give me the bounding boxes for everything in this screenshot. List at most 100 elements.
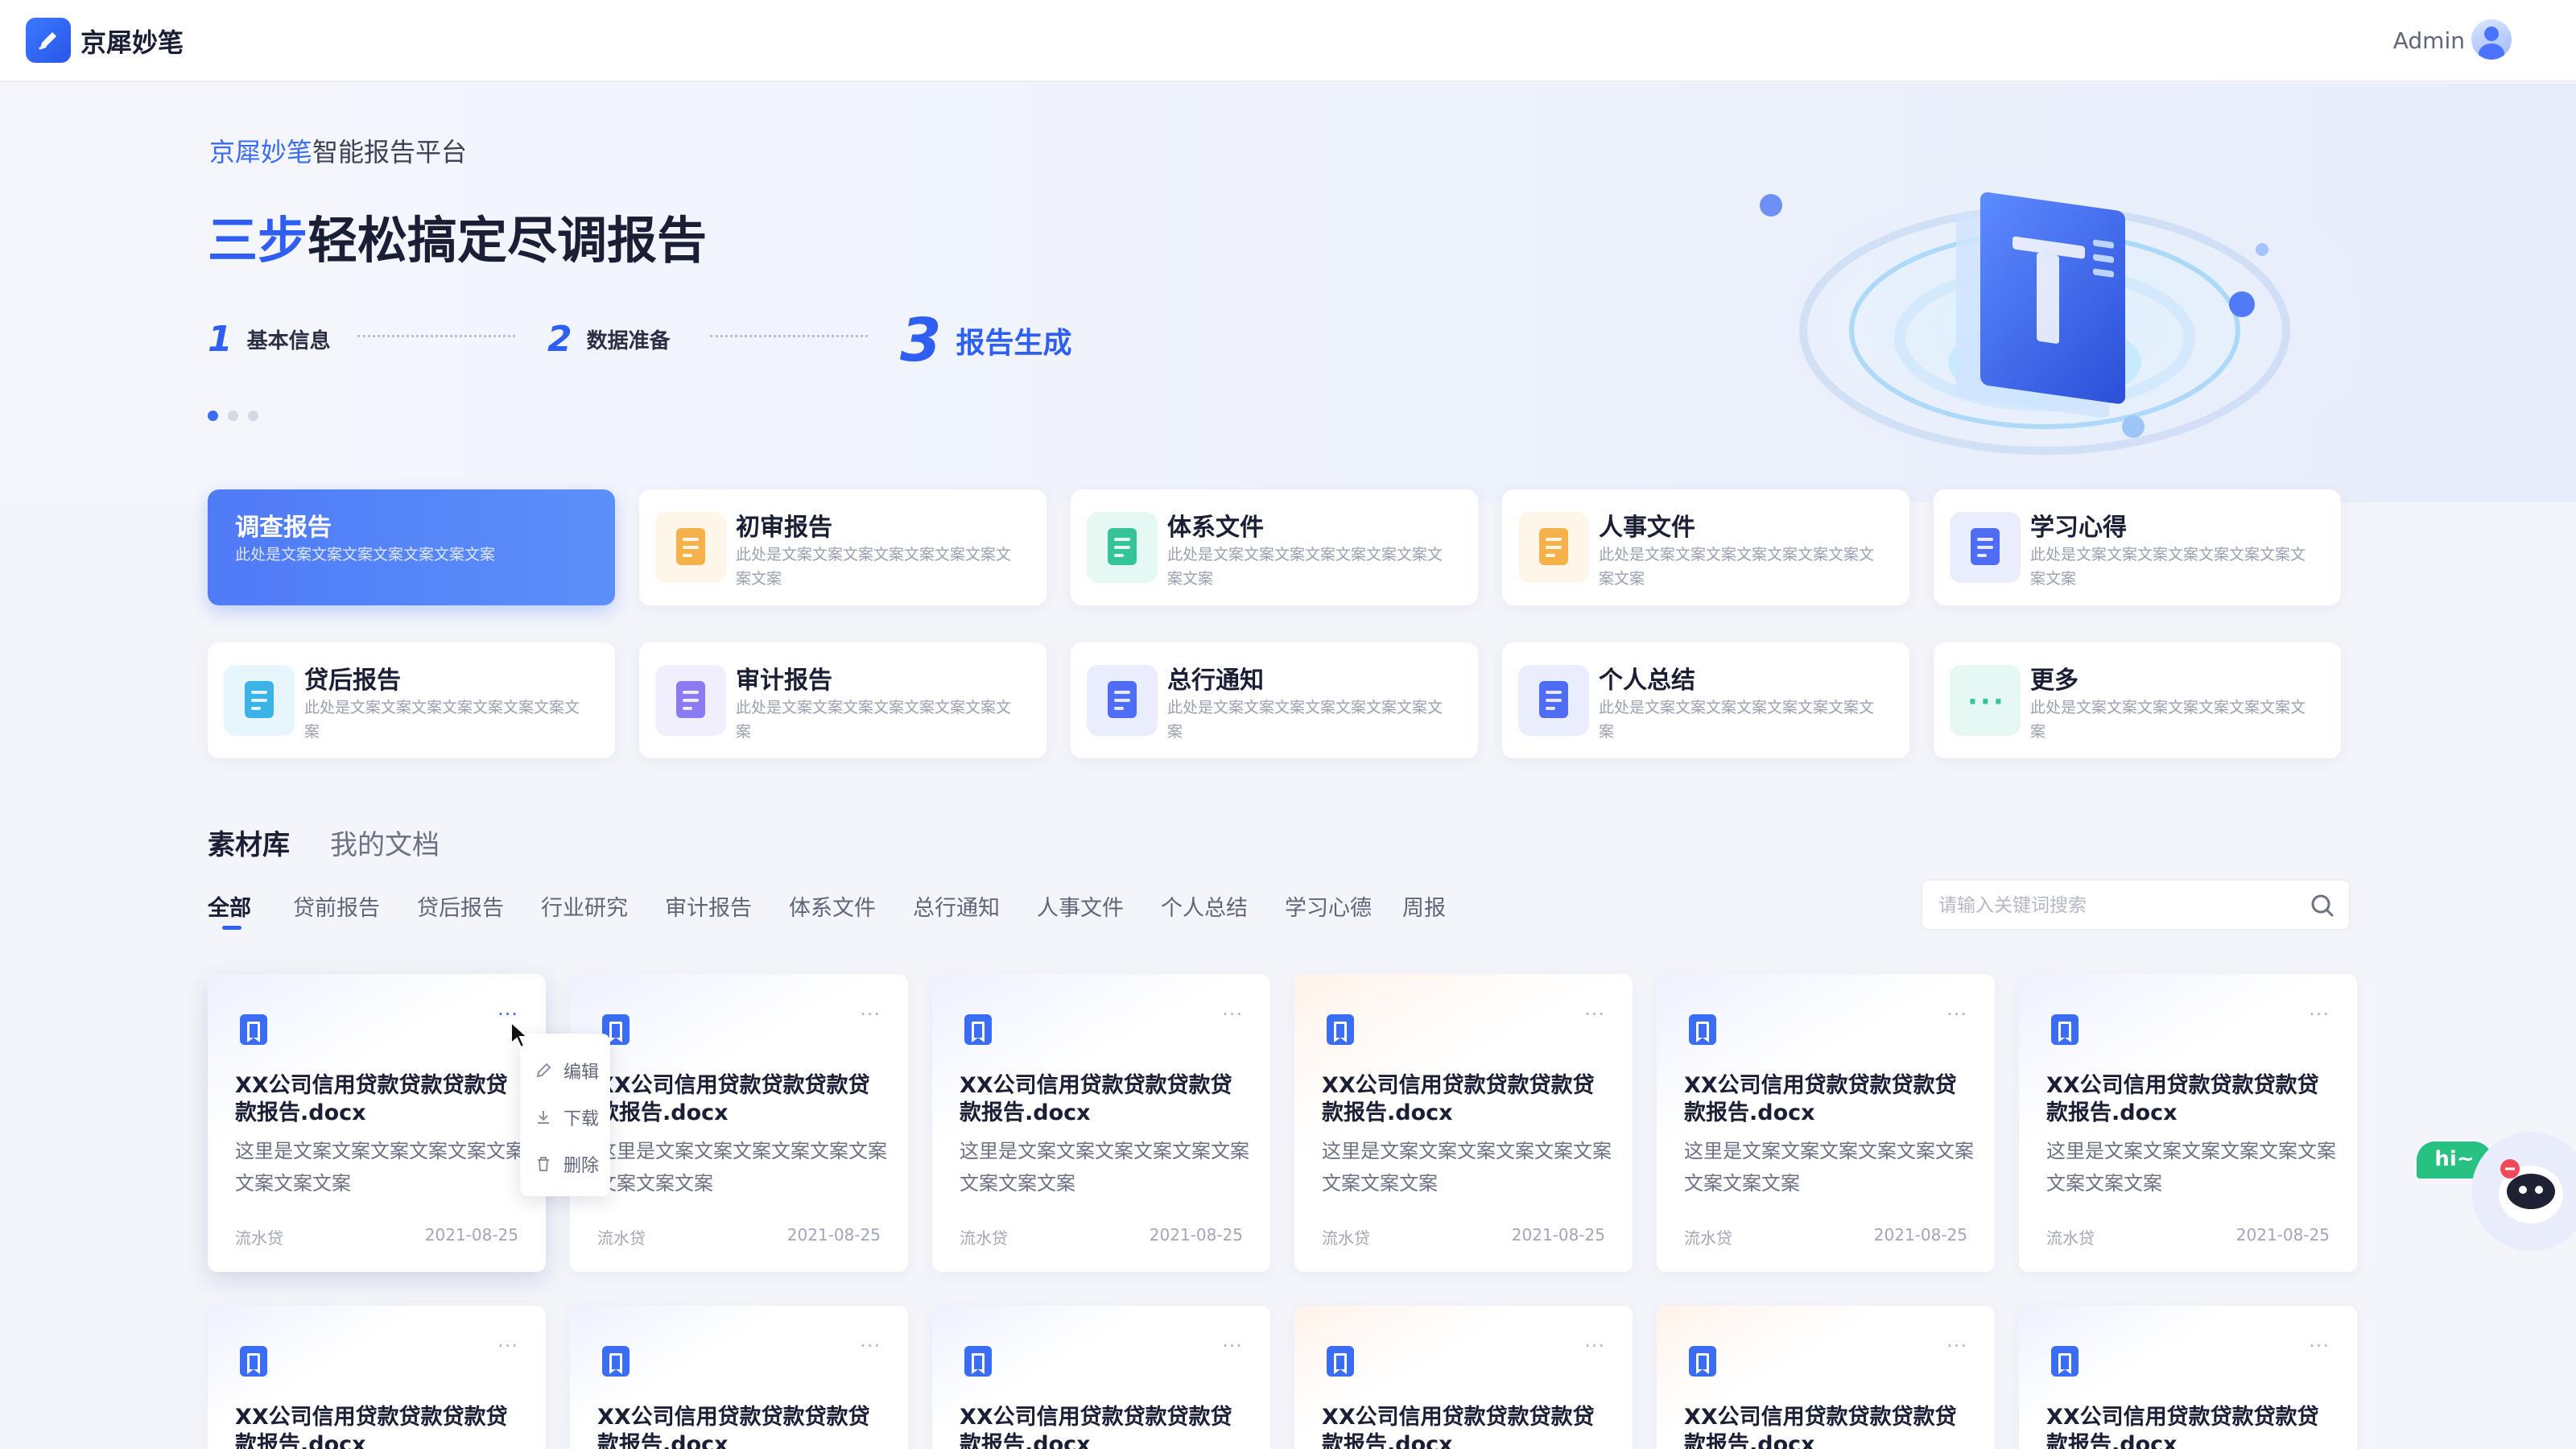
document-card[interactable]: ··· XX公司信用贷款贷款贷款贷款报告.docx 这里是文案文案文案文案文案文案文… [1657,974,1995,1272]
more-options-icon[interactable]: ··· [1222,1003,1243,1026]
document-card[interactable]: ··· XX公司信用贷款贷款贷款贷款报告.docx [2019,1306,2357,1449]
more-options-icon[interactable]: ··· [497,1335,518,1357]
category-card[interactable]: 调查报告 此处是文案文案文案文案文案文案文案 [208,489,615,605]
carousel-dot[interactable] [248,411,258,421]
filter-chip[interactable]: 个人总结 [1161,890,1248,922]
word-document-icon [602,1346,630,1377]
word-document-icon [240,1014,267,1045]
filter-chip[interactable]: 行业研究 [541,890,628,922]
document-title[interactable]: XX公司信用贷款贷款贷款贷款报告.docx [1684,1072,1974,1127]
document-card[interactable]: ··· XX公司信用贷款贷款贷款贷款报告.docx [570,1306,908,1449]
menu-edit[interactable]: 编辑 [535,1058,599,1084]
document-title[interactable]: XX公司信用贷款贷款贷款贷款报告.docx [597,1072,887,1127]
carousel-dots [208,411,258,421]
category-card[interactable]: 总行通知 此处是文案文案文案文案文案文案文案文案 [1071,642,1478,758]
category-description: 此处是文案文案文案文案文案文案文案文案文案 [1599,546,1875,588]
category-card[interactable]: ··· 更多 此处是文案文案文案文案文案文案文案文案 [1934,642,2341,758]
personal-summary-icon [1518,665,1589,736]
word-document-icon [1689,1346,1716,1377]
more-options-icon[interactable]: ··· [860,1003,881,1026]
category-card[interactable]: 学习心得 此处是文案文案文案文案文案文案文案文案文案 [1934,489,2341,605]
document-card[interactable]: ··· XX公司信用贷款贷款贷款贷款报告.docx 这里是文案文案文案文案文案文案文… [1294,974,1633,1272]
category-title: 人事文件 [1599,514,1695,542]
document-card[interactable]: ··· XX公司信用贷款贷款贷款贷款报告.docx [1294,1306,1633,1449]
filter-chip[interactable]: 贷后报告 [417,890,504,922]
document-title[interactable]: XX公司信用贷款贷款贷款贷款报告.docx [960,1404,1249,1449]
category-title: 学习心得 [2030,514,2127,542]
step-3-label: 报告生成 [956,327,1072,360]
document-card[interactable]: ··· XX公司信用贷款贷款贷款贷款报告.docx 这里是文案文案文案文案文案文案文… [208,974,546,1272]
document-title[interactable]: XX公司信用贷款贷款贷款贷款报告.docx [1322,1404,1612,1449]
avatar-head-icon [2484,27,2499,41]
search-input[interactable] [1938,890,2293,921]
preliminary-review-icon [655,512,726,583]
step-3-number: 3 [900,306,942,375]
more-options-icon[interactable]: ··· [860,1335,881,1357]
document-title[interactable]: XX公司信用贷款贷款贷款贷款报告.docx [235,1072,525,1127]
more-options-icon[interactable]: ··· [1584,1003,1605,1026]
avatar-body-icon [2479,43,2504,60]
document-date: 2021-08-25 [2235,1225,2330,1245]
filter-chip[interactable]: 贷前报告 [293,890,380,922]
category-title: 审计报告 [736,667,832,695]
app-title[interactable]: 京犀妙笔 [80,23,184,60]
filter-chip[interactable]: 人事文件 [1037,890,1124,922]
word-document-icon [240,1346,267,1377]
document-title[interactable]: XX公司信用贷款贷款贷款贷款报告.docx [960,1072,1249,1127]
filter-chip[interactable]: 审计报告 [665,890,752,922]
more-options-icon[interactable]: ··· [1946,1335,1967,1357]
more-options-icon[interactable]: ··· [1584,1335,1605,1357]
more-options-icon[interactable]: ··· [2309,1003,2330,1026]
category-card[interactable]: 个人总结 此处是文案文案文案文案文案文案文案文案 [1502,642,1909,758]
filter-chip[interactable]: 总行通知 [913,890,1000,922]
document-card[interactable]: ··· XX公司信用贷款贷款贷款贷款报告.docx [1657,1306,1995,1449]
document-title[interactable]: XX公司信用贷款贷款贷款贷款报告.docx [1322,1072,1612,1127]
category-card[interactable]: 体系文件 此处是文案文案文案文案文案文案文案文案文案 [1071,489,1478,605]
document-card[interactable]: ··· XX公司信用贷款贷款贷款贷款报告.docx [208,1306,546,1449]
category-description: 此处是文案文案文案文案文案文案文案 [235,546,496,564]
document-tag: 流水贷 [1684,1228,1732,1248]
search-icon[interactable] [2310,894,2334,918]
word-document-icon [964,1346,992,1377]
more-options-icon[interactable]: ··· [2309,1335,2330,1357]
more-icon: ··· [1950,665,2021,736]
filter-chip[interactable]: 全部 [208,890,251,922]
document-title[interactable]: XX公司信用贷款贷款贷款贷款报告.docx [597,1404,887,1449]
document-card[interactable]: ··· XX公司信用贷款贷款贷款贷款报告.docx 这里是文案文案文案文案文案文案文… [932,974,1270,1272]
assistant-robot-icon[interactable] [2454,1127,2576,1256]
step-3: 3 报告生成 [900,306,1072,375]
document-title[interactable]: XX公司信用贷款贷款贷款贷款报告.docx [235,1404,525,1449]
document-tag: 流水贷 [2046,1228,2095,1248]
carousel-dot[interactable] [208,411,218,421]
document-title[interactable]: XX公司信用贷款贷款贷款贷款报告.docx [2046,1072,2336,1127]
category-card[interactable]: 人事文件此处是文案文案文案文案文案文案文案文案文案 [1502,489,1909,605]
document-card[interactable]: ··· XX公司信用贷款贷款贷款贷款报告.docx [932,1306,1270,1449]
more-options-icon[interactable]: ··· [1222,1335,1243,1357]
pen-logo-icon[interactable] [26,18,71,63]
filter-chip[interactable]: 学习心德 [1285,890,1372,922]
carousel-dot[interactable] [228,411,238,421]
brand-line: 京犀妙笔智能报告平台 [209,132,467,169]
word-document-icon [2051,1346,2079,1377]
category-card[interactable]: 贷后报告 此处是文案文案文案文案文案文案文案文案 [208,642,615,758]
tab-my-documents[interactable]: 我的文档 [330,823,440,862]
document-card[interactable]: ··· XX公司信用贷款贷款贷款贷款报告.docx 这里是文案文案文案文案文案文案文… [2019,974,2357,1272]
user-name[interactable]: Admin [2393,27,2465,54]
menu-download[interactable]: 下载 [535,1104,599,1130]
category-card[interactable]: 初审报告 此处是文案文案文案文案文案文案文案文案文案 [639,489,1046,605]
document-title[interactable]: XX公司信用贷款贷款贷款贷款报告.docx [1684,1404,1974,1449]
document-title[interactable]: XX公司信用贷款贷款贷款贷款报告.docx [2046,1404,2336,1449]
menu-delete[interactable]: 删除 [535,1151,599,1177]
filter-chip[interactable]: 体系文件 [789,890,876,922]
more-options-icon[interactable]: ··· [1946,1003,1967,1026]
step-1-label: 基本信息 [246,329,331,353]
word-document-icon [1327,1014,1354,1045]
document-card[interactable]: ··· XX公司信用贷款贷款贷款贷款报告.docx 这里是文案文案文案文案文案文案文… [570,974,908,1272]
category-card[interactable]: 审计报告 此处是文案文案文案文案文案文案文案文案 [639,642,1046,758]
category-title: 初审报告 [736,514,832,542]
user-avatar[interactable] [2471,19,2512,60]
filter-chip[interactable]: 周报 [1402,890,1446,922]
category-description: 此处是文案文案文案文案文案文案文案文案 [2030,699,2306,741]
tab-material-library[interactable]: 素材库 [208,823,290,862]
word-document-icon [2051,1014,2079,1045]
